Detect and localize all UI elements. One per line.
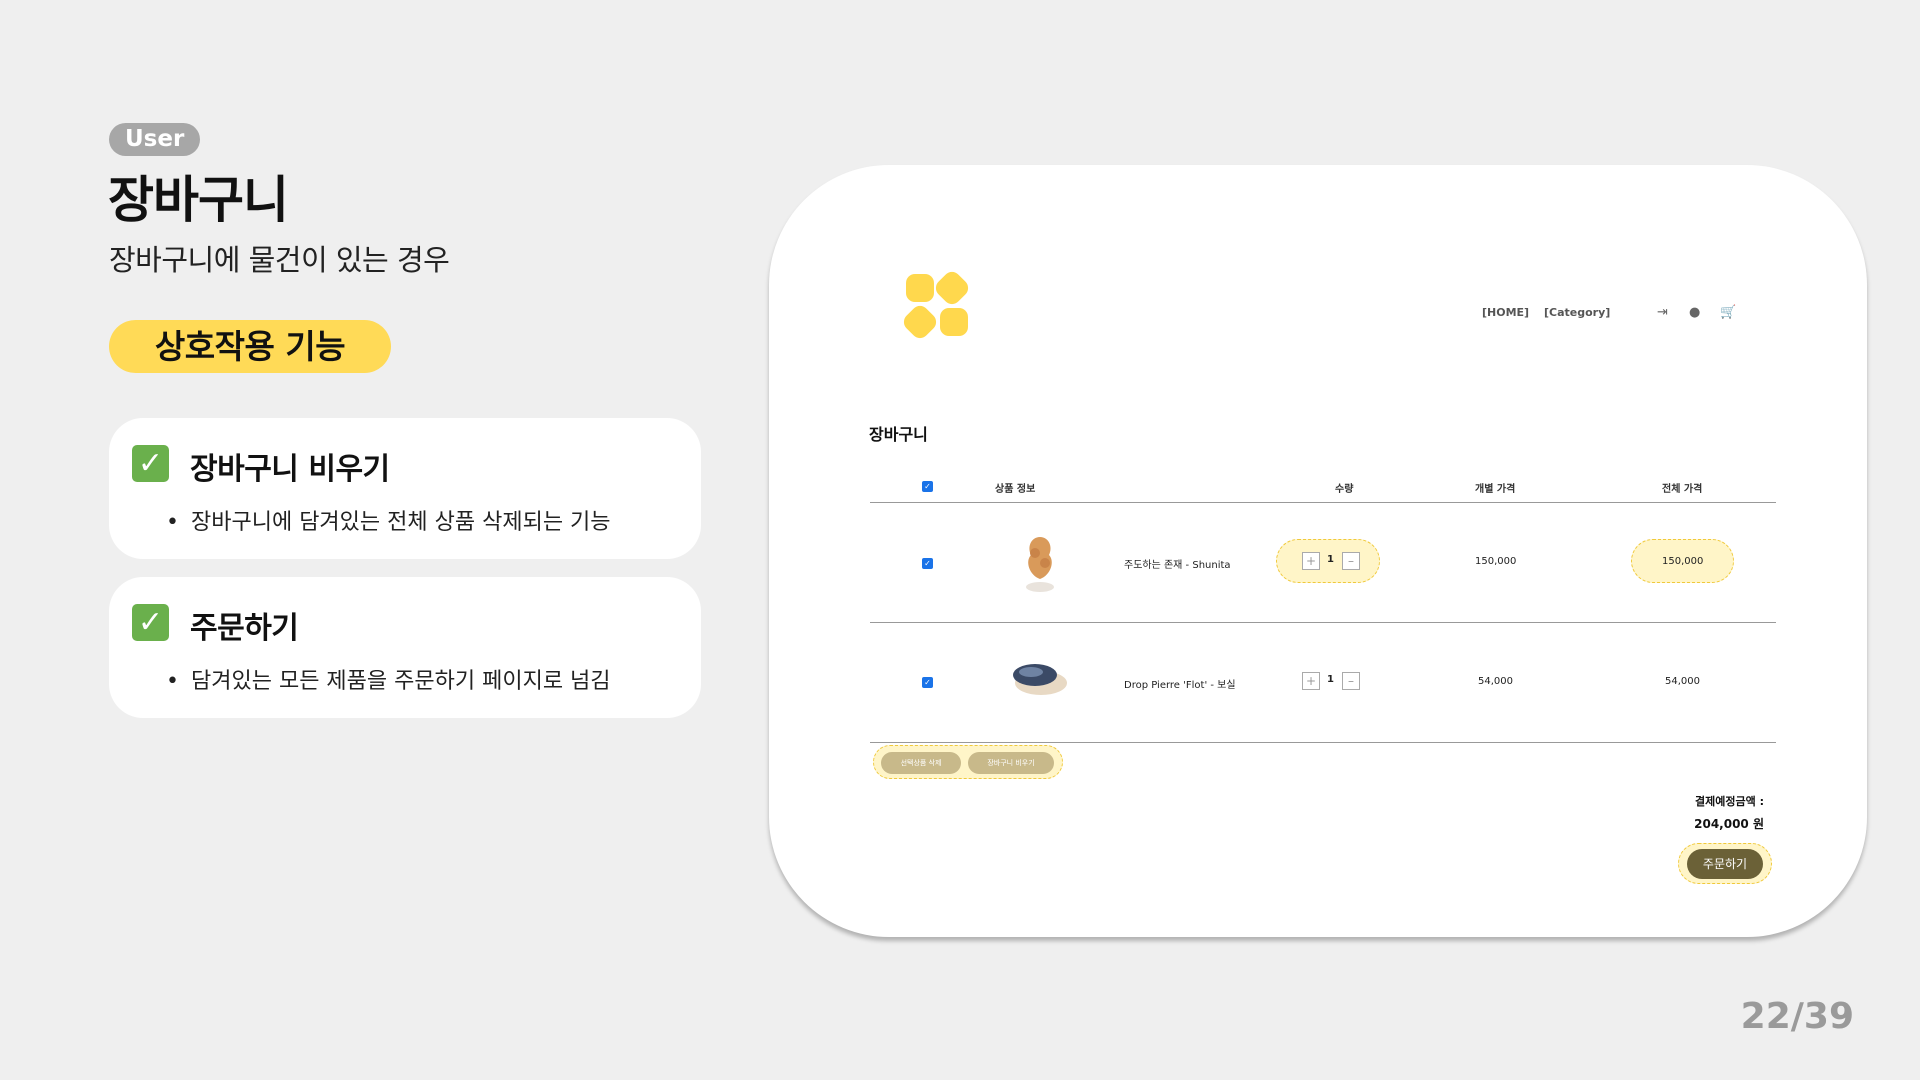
product-image — [1026, 537, 1054, 592]
qty-value: 1 — [1327, 554, 1334, 565]
logo-icon — [903, 271, 969, 339]
total-value: 204,000 원 — [1694, 817, 1764, 831]
page-title: 장바구니 — [108, 171, 289, 229]
logout-icon[interactable]: ⇥ — [1657, 305, 1668, 320]
checkmark-icon: ✓ — [132, 604, 169, 641]
minus-icon[interactable]: – — [1342, 552, 1360, 570]
column-qty: 수량 — [1335, 484, 1354, 495]
product-image — [1013, 664, 1067, 695]
cart-icon[interactable]: 🛒 — [1720, 305, 1736, 320]
item-checkbox[interactable]: ✓ — [922, 558, 933, 569]
table-divider — [870, 502, 1776, 503]
select-all-checkbox[interactable]: ✓ — [922, 481, 933, 492]
column-product: 상품 정보 — [995, 484, 1036, 495]
page-subtitle: 장바구니에 물건이 있는 경우 — [109, 243, 450, 277]
cart-heading: 장바구니 — [869, 425, 928, 444]
unit-price: 54,000 — [1478, 676, 1513, 687]
product-name[interactable]: 주도하는 존재 - Shunita — [1124, 556, 1231, 571]
table-bottom-divider — [870, 742, 1776, 743]
feature-description: • 담겨있는 모든 제품을 주문하기 페이지로 넘김 — [166, 669, 611, 694]
order-button-highlight: 주문하기 — [1678, 843, 1772, 884]
qty-value: 1 — [1327, 674, 1334, 685]
empty-cart-button[interactable]: 장바구니 비우기 — [968, 752, 1054, 774]
page-number: 22/39 — [1740, 996, 1854, 1037]
checkmark-icon: ✓ — [132, 445, 169, 482]
delete-buttons-highlight: 선택상품 삭제 장바구니 비우기 — [873, 745, 1063, 779]
total-price: 54,000 — [1665, 676, 1700, 687]
feature-title: 주문하기 — [190, 611, 299, 646]
user-badge: User — [109, 123, 201, 156]
nav-category[interactable]: [Category] — [1544, 306, 1610, 319]
delete-selected-button[interactable]: 선택상품 삭제 — [881, 752, 961, 774]
total-label: 결제예정금액 : — [1695, 795, 1764, 808]
row-divider — [870, 622, 1776, 623]
plus-icon[interactable]: + — [1302, 552, 1320, 570]
product-name[interactable]: Drop Pierre 'Flot' - 보실 — [1124, 676, 1236, 691]
nav-home[interactable]: [HOME] — [1482, 306, 1529, 319]
plus-icon[interactable]: + — [1302, 672, 1320, 690]
unit-price: 150,000 — [1475, 556, 1517, 567]
item-checkbox[interactable]: ✓ — [922, 677, 933, 688]
total-price: 150,000 — [1662, 556, 1704, 567]
user-icon[interactable]: ● — [1689, 305, 1700, 320]
column-total-price: 전체 가격 — [1662, 484, 1703, 495]
feature-title: 장바구니 비우기 — [190, 452, 390, 487]
feature-description: • 장바구니에 담겨있는 전체 상품 삭제되는 기능 — [166, 510, 611, 535]
order-button[interactable]: 주문하기 — [1687, 849, 1763, 879]
minus-icon[interactable]: – — [1342, 672, 1360, 690]
feature-label: 상호작용 기능 — [109, 320, 391, 373]
feature-card-empty-cart: ✓ 장바구니 비우기 • 장바구니에 담겨있는 전체 상품 삭제되는 기능 — [109, 418, 701, 559]
column-unit-price: 개별 가격 — [1475, 484, 1516, 495]
feature-card-order: ✓ 주문하기 • 담겨있는 모든 제품을 주문하기 페이지로 넘김 — [109, 577, 701, 718]
screenshot-frame: [HOME] [Category] ⇥ ● 🛒 장바구니 ✓ 상품 정보 수량 … — [769, 165, 1867, 937]
